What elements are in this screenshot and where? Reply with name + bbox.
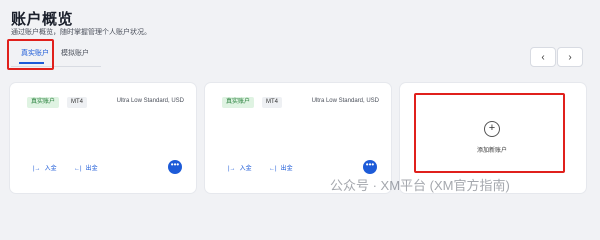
- account-type-label: Ultra Low Standard, USD: [311, 98, 379, 104]
- withdraw-button[interactable]: ←| 出金: [269, 163, 293, 172]
- more-options-button[interactable]: •••: [168, 160, 182, 174]
- withdraw-label: 出金: [85, 166, 98, 172]
- deposit-icon: |→: [228, 166, 236, 172]
- tab-demo-account[interactable]: 模拟账户: [61, 48, 89, 58]
- page-title: 账户概览: [11, 11, 74, 28]
- account-type-label: Ultra Low Standard, USD: [116, 98, 184, 104]
- deposit-label: 入金: [44, 166, 57, 172]
- highlight-box-add-account: [414, 93, 565, 173]
- account-type-badge: 真实账户: [27, 97, 60, 108]
- prev-page-button[interactable]: ‹: [530, 47, 556, 67]
- account-card: 真实账户 MT4 Ultra Low Standard, USD |→ 入金 ←|…: [10, 83, 196, 193]
- deposit-icon: |→: [33, 166, 41, 172]
- next-page-button[interactable]: ›: [557, 47, 583, 67]
- withdraw-icon: ←|: [74, 166, 82, 172]
- platform-badge: MT4: [67, 97, 87, 108]
- account-type-badge: 真实账户: [222, 97, 255, 108]
- watermark-text: 公众号 · XM平台 (XM官方指南): [330, 178, 510, 193]
- page-subtitle: 通过账户概览，随时掌握管理个人账户状况。: [11, 29, 151, 36]
- withdraw-button[interactable]: ←| 出金: [74, 163, 98, 172]
- highlight-box-tab: [7, 39, 54, 70]
- more-options-button[interactable]: •••: [363, 160, 377, 174]
- deposit-label: 入金: [239, 166, 252, 172]
- platform-badge: MT4: [262, 97, 282, 108]
- deposit-button[interactable]: |→ 入金: [228, 163, 252, 172]
- withdraw-label: 出金: [280, 166, 293, 172]
- deposit-button[interactable]: |→ 入金: [33, 163, 57, 172]
- withdraw-icon: ←|: [269, 166, 277, 172]
